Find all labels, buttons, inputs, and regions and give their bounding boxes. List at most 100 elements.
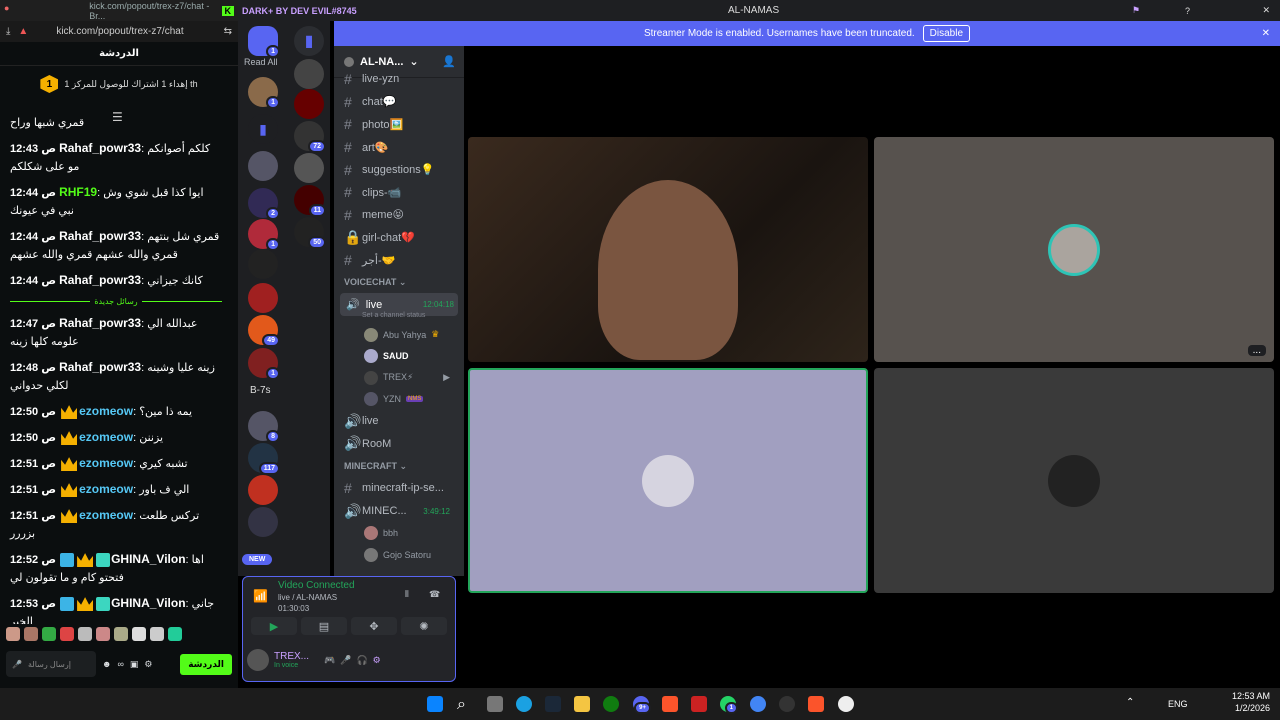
brave-icon[interactable] <box>808 696 824 712</box>
server-icon[interactable] <box>294 153 324 183</box>
server-icon[interactable]: 1 <box>248 348 280 380</box>
folder-icon[interactable]: ▮ <box>294 26 324 56</box>
new-badge[interactable]: NEW <box>242 554 273 565</box>
close-window-icon[interactable]: ✕ <box>1262 5 1270 16</box>
server-icon[interactable]: 72 <box>294 121 326 153</box>
emote-icon[interactable] <box>6 627 20 641</box>
server-icon[interactable]: 11 <box>294 185 326 217</box>
username[interactable]: ezomeow <box>79 456 133 470</box>
download-icon[interactable]: ⤓ <box>6 26 10 37</box>
search-icon[interactable]: ⌕ <box>457 696 473 713</box>
voice-channel[interactable]: 🔊 RooM <box>334 433 464 456</box>
emote-icon[interactable] <box>96 627 110 641</box>
server-icon[interactable] <box>248 151 278 181</box>
add-member-icon[interactable]: 👤 <box>442 55 456 68</box>
file-explorer-icon[interactable] <box>574 696 590 712</box>
server-icon[interactable]: 50 <box>294 217 326 249</box>
text-channel[interactable]: # أجر-🤝 <box>334 249 464 272</box>
text-channel[interactable]: # art🎨 <box>334 136 464 159</box>
username[interactable]: RHF19 <box>59 185 97 199</box>
xbox-icon[interactable] <box>603 696 619 712</box>
app-icon[interactable] <box>779 696 795 712</box>
emote-icon[interactable] <box>78 627 92 641</box>
soundboard-button[interactable]: ✺ <box>401 617 447 635</box>
server-icon[interactable] <box>294 59 324 89</box>
text-channel[interactable]: # chat💬 <box>334 91 464 114</box>
settings-icon[interactable]: ⚙ <box>144 659 152 670</box>
emote-icon[interactable] <box>24 627 38 641</box>
username[interactable]: ezomeow <box>79 482 133 496</box>
server-icon[interactable]: 117 <box>248 443 280 475</box>
server-icon[interactable]: 8 <box>248 411 280 443</box>
username[interactable]: GHINA_Vilon <box>111 552 185 566</box>
username[interactable]: ezomeow <box>79 508 133 522</box>
avatar[interactable] <box>247 649 269 671</box>
text-channel[interactable]: # suggestions💡 <box>334 158 464 181</box>
server-icon[interactable] <box>248 475 278 505</box>
voicechat-category[interactable]: VOICECHAT ⌄ <box>334 271 464 293</box>
video-tile-user[interactable] <box>874 368 1274 593</box>
username[interactable]: Rahaf_powr33 <box>59 360 141 374</box>
video-tile-camera[interactable] <box>468 137 868 362</box>
text-channel[interactable]: # clips-📹 <box>334 181 464 204</box>
screenshare-button[interactable]: ▤ <box>301 617 347 635</box>
emote-icon[interactable] <box>168 627 182 641</box>
chat-input[interactable]: 🎤 إرسال رسالة <box>6 651 96 677</box>
disconnect-icon[interactable]: ☎ <box>429 589 440 600</box>
task-view-icon[interactable] <box>487 696 503 712</box>
server-icon[interactable]: 2 <box>248 188 280 220</box>
more-options-button[interactable]: ... <box>1247 345 1266 356</box>
steam-icon[interactable] <box>545 696 561 712</box>
obs-icon[interactable] <box>838 696 854 712</box>
voice-user[interactable]: TREX⚡ ▶ <box>334 367 464 389</box>
voice-user[interactable]: SAUD <box>334 345 464 367</box>
server-icon[interactable] <box>248 249 278 279</box>
help-icon[interactable]: ? <box>1185 6 1190 16</box>
server-icon[interactable]: 1 <box>248 219 280 251</box>
close-banner-icon[interactable]: ✕ <box>1262 28 1270 39</box>
send-button[interactable]: الدردشة <box>180 653 232 675</box>
app-icon[interactable] <box>691 696 707 712</box>
username[interactable]: Rahaf_powr33 <box>59 141 141 155</box>
chrome-icon[interactable] <box>750 696 766 712</box>
vc-status[interactable]: Video Connected <box>278 580 355 591</box>
emote-icon[interactable] <box>114 627 128 641</box>
url-text[interactable]: kick.com/popout/trex-z7/chat <box>56 26 183 37</box>
whatsapp-icon[interactable]: 1 <box>720 696 738 714</box>
username[interactable]: GHINA_Vilon <box>111 596 185 610</box>
server-icon[interactable] <box>294 89 324 119</box>
voice-channel[interactable]: 🔊 MINEC... 3:49:12 <box>334 500 464 523</box>
server-icon[interactable] <box>248 283 278 313</box>
brave-icon[interactable]: ● <box>4 3 19 19</box>
emote-icon[interactable] <box>60 627 74 641</box>
voice-user[interactable]: Abu Yahya ♛ <box>334 324 464 346</box>
server-icon[interactable]: 1 <box>248 77 280 109</box>
camera-button[interactable]: ▶ <box>251 617 297 635</box>
mic-icon[interactable]: 🎤 <box>12 660 22 669</box>
gamepad-icon[interactable]: 🎮 <box>324 655 335 666</box>
voice-user[interactable]: YZN NMS <box>334 388 464 410</box>
username[interactable]: Rahaf_powr33 <box>59 229 141 243</box>
folder-icon[interactable]: ▮ <box>248 114 278 144</box>
infinity-icon[interactable]: ∞ <box>117 659 123 669</box>
chevron-up-icon[interactable]: ⌃ <box>1126 697 1134 708</box>
username[interactable]: Rahaf_powr33 <box>59 273 141 287</box>
activities-button[interactable]: ✥ <box>351 617 397 635</box>
headphones-icon[interactable]: 🎧 <box>356 655 367 666</box>
gear-icon[interactable]: ⚙ <box>373 655 381 666</box>
server-icon[interactable] <box>248 507 278 537</box>
video-tile-user[interactable] <box>468 368 868 593</box>
address-bar[interactable]: ⤓ ▲ kick.com/popout/trex-z7/chat ⇆ <box>0 21 238 42</box>
text-channel[interactable]: # meme😝 <box>334 204 464 227</box>
emote-icon[interactable] <box>150 627 164 641</box>
username[interactable]: Rahaf_powr33 <box>59 316 141 330</box>
inbox-icon[interactable]: ⚑ <box>1132 5 1140 16</box>
text-channel[interactable]: 🔒 girl-chat💔 <box>334 226 464 249</box>
discord-icon[interactable]: 9+ <box>633 696 651 714</box>
gift-icon[interactable]: ▣ <box>130 659 139 670</box>
emoji-icon[interactable]: ☻ <box>102 659 111 669</box>
start-icon[interactable] <box>427 696 443 712</box>
channel-status[interactable]: Set a channel status <box>334 312 464 324</box>
server-icon[interactable]: 49 <box>248 315 280 347</box>
clock[interactable]: 12:53 AM 1/2/2026 <box>1232 690 1270 714</box>
